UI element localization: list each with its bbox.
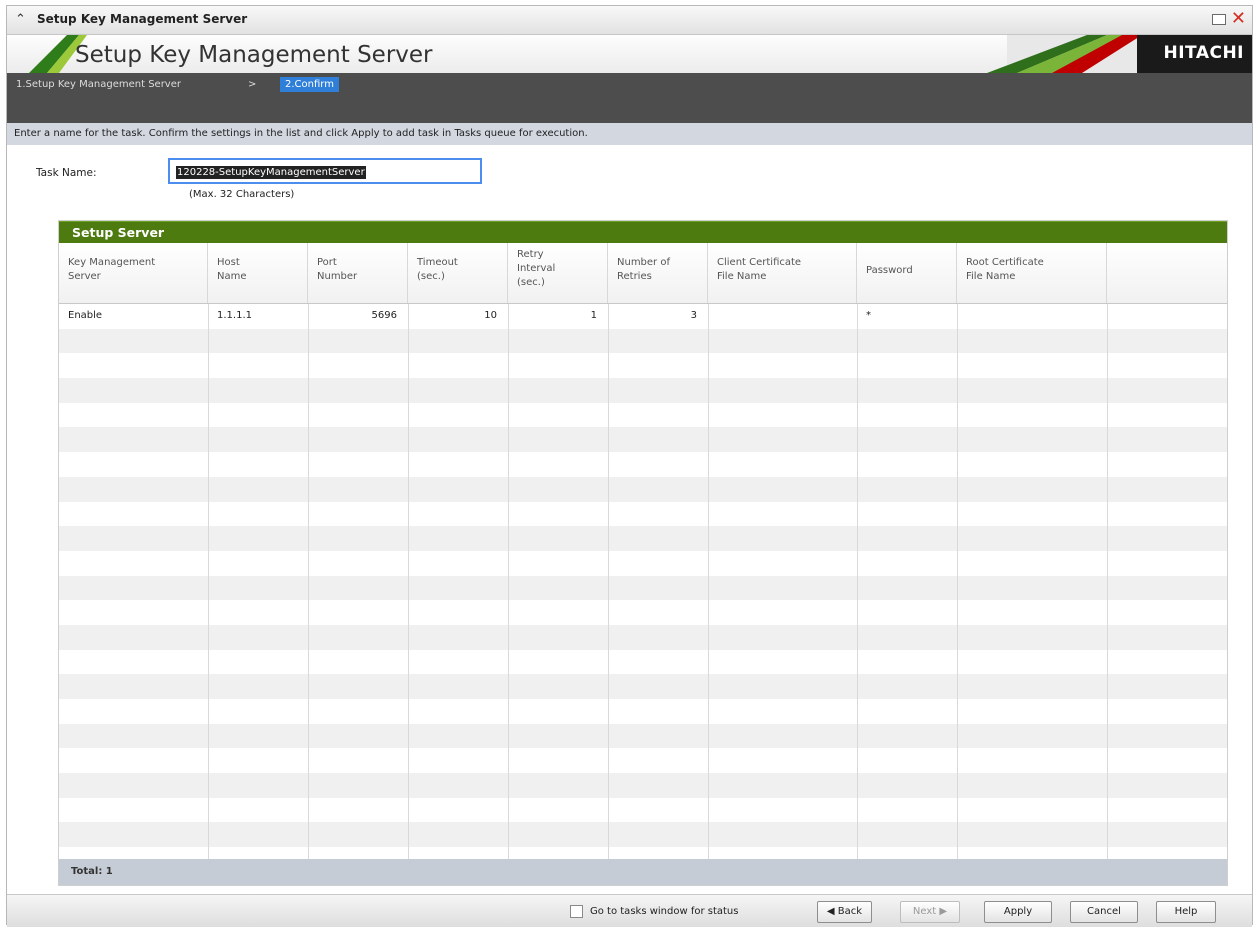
- table-row[interactable]: [59, 649, 1227, 675]
- table-row[interactable]: [59, 822, 1227, 848]
- column-divider: [508, 304, 509, 859]
- table-row[interactable]: [59, 600, 1227, 625]
- column-header-label: Retries: [617, 271, 652, 282]
- task-name-hint: (Max. 32 Characters): [189, 189, 295, 200]
- step-confirm: 2.Confirm: [280, 77, 339, 92]
- column-divider: [957, 304, 958, 859]
- restore-icon[interactable]: [1212, 14, 1226, 25]
- column-header-label: Name: [217, 271, 247, 282]
- title-bar: ⌃ Setup Key Management Server ✕: [7, 6, 1252, 35]
- wizard-steps: 1.Setup Key Management Server > 2.Confir…: [7, 73, 1252, 123]
- table-cell: Enable: [68, 310, 103, 321]
- table-cell: 3: [690, 310, 697, 321]
- total-count: Total: 1: [71, 866, 113, 877]
- table-row[interactable]: [59, 773, 1227, 798]
- table-row[interactable]: [59, 526, 1227, 551]
- help-button[interactable]: Help: [1156, 901, 1216, 923]
- table-row[interactable]: [59, 427, 1227, 453]
- column-header-label: File Name: [717, 271, 767, 282]
- table-row[interactable]: Enable 1.1.1.1 5696 10 1 3 *: [59, 304, 1227, 329]
- table-cell: 5696: [371, 310, 397, 321]
- table-header: Key Management Server Host Name Port Number Ti…: [59, 243, 1227, 304]
- table-footer: Total: 1: [59, 859, 1227, 885]
- go-to-tasks-checkbox[interactable]: [570, 905, 583, 918]
- table-cell: *: [866, 310, 871, 321]
- column-header-label: Server: [68, 271, 101, 282]
- column-header[interactable]: Retry Interval (sec.): [508, 243, 608, 303]
- column-divider: [608, 304, 609, 859]
- column-divider: [308, 304, 309, 859]
- column-divider: [857, 304, 858, 859]
- step-separator: >: [248, 79, 257, 90]
- instruction-bar: Enter a name for the task. Confirm the s…: [7, 123, 1252, 145]
- hitachi-logo: HITACHI: [1163, 43, 1244, 63]
- table-row[interactable]: [59, 328, 1227, 354]
- column-divider: [708, 304, 709, 859]
- step-setup[interactable]: 1.Setup Key Management Server: [16, 79, 181, 90]
- task-name-label: Task Name:: [36, 167, 97, 179]
- instruction-text: Enter a name for the task. Confirm the s…: [14, 128, 588, 139]
- column-divider: [408, 304, 409, 859]
- table-title: Setup Server: [72, 225, 165, 240]
- column-header-label: File Name: [966, 271, 1016, 282]
- apply-button[interactable]: Apply: [984, 901, 1052, 923]
- column-header-label: (sec.): [517, 277, 545, 288]
- table-row[interactable]: [59, 476, 1227, 502]
- column-header[interactable]: Key Management Server: [59, 243, 208, 303]
- column-header[interactable]: Number of Retries: [608, 243, 708, 303]
- table-row[interactable]: [59, 699, 1227, 724]
- table-title-bar: Setup Server: [59, 221, 1227, 243]
- table-row[interactable]: [59, 624, 1227, 650]
- table-row[interactable]: [59, 550, 1227, 576]
- table-row[interactable]: [59, 452, 1227, 477]
- setup-server-table: Setup Server Key Management Server Host Nam…: [58, 220, 1228, 886]
- column-header[interactable]: Password: [857, 243, 957, 303]
- banner: Setup Key Management Server HITACHI: [7, 35, 1252, 73]
- collapse-icon[interactable]: ⌃: [15, 12, 26, 27]
- table-row[interactable]: [59, 501, 1227, 527]
- column-header-label: Number: [317, 271, 358, 282]
- table-row[interactable]: [59, 353, 1227, 379]
- cancel-button[interactable]: Cancel: [1070, 901, 1138, 923]
- column-header-empty: [1107, 243, 1227, 303]
- column-divider: [1107, 304, 1108, 859]
- table-cell: 1: [590, 310, 597, 321]
- back-button[interactable]: ◀ Back: [817, 901, 872, 923]
- table-row[interactable]: [59, 674, 1227, 699]
- table-row[interactable]: [59, 378, 1227, 403]
- column-divider: [208, 304, 209, 859]
- column-header[interactable]: Port Number: [308, 243, 408, 303]
- table-cell: 10: [484, 310, 497, 321]
- page-title: Setup Key Management Server: [75, 42, 433, 68]
- table-row[interactable]: [59, 575, 1227, 601]
- column-header[interactable]: Host Name: [208, 243, 308, 303]
- close-icon[interactable]: ✕: [1231, 8, 1246, 29]
- table-row[interactable]: [59, 797, 1227, 823]
- table-body: Enable 1.1.1.1 5696 10 1 3 *: [59, 304, 1227, 859]
- column-header[interactable]: Timeout (sec.): [408, 243, 508, 303]
- window-title: Setup Key Management Server: [37, 12, 248, 26]
- action-bar: Go to tasks window for status ◀ Back Nex…: [7, 894, 1252, 927]
- table-cell: 1.1.1.1: [217, 310, 252, 321]
- table-row[interactable]: [59, 748, 1227, 774]
- column-header[interactable]: Root Certificate File Name: [957, 243, 1107, 303]
- task-name-input[interactable]: 120228-SetupKeyManagementServer: [168, 158, 482, 184]
- column-header[interactable]: Client Certificate File Name: [708, 243, 857, 303]
- table-row[interactable]: [59, 723, 1227, 749]
- next-button[interactable]: Next ▶: [900, 901, 960, 923]
- column-header-label: Password: [866, 265, 913, 276]
- dialog-window: ⌃ Setup Key Management Server ✕ Setup Ke…: [6, 5, 1253, 927]
- table-row[interactable]: [59, 402, 1227, 428]
- go-to-tasks-label[interactable]: Go to tasks window for status: [590, 906, 738, 917]
- column-header-label: (sec.): [417, 271, 445, 282]
- task-name-value: 120228-SetupKeyManagementServer: [176, 166, 366, 179]
